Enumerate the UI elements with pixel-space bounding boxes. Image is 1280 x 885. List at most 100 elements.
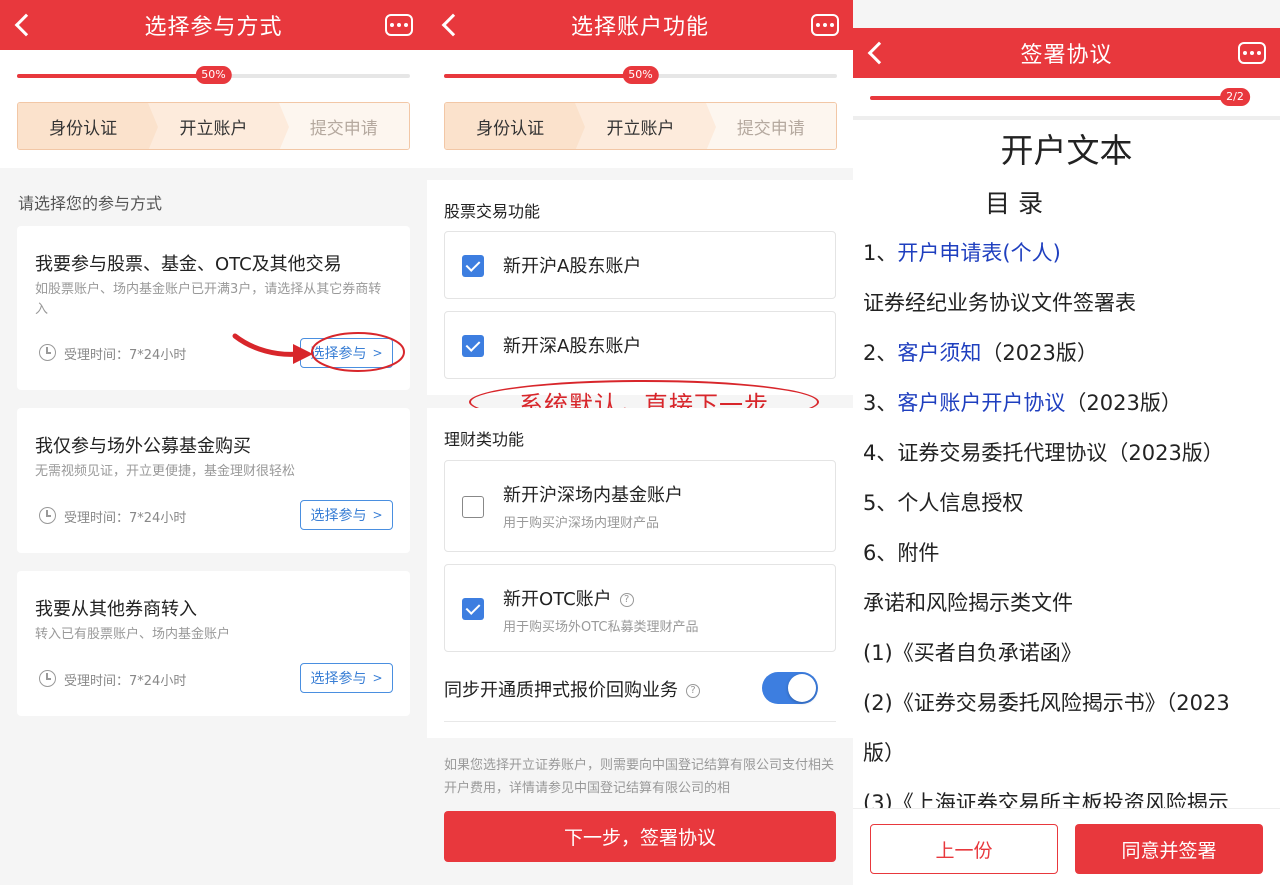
status-spacer <box>853 0 1280 28</box>
annotation-arrow-icon <box>232 332 405 372</box>
toc-item: 证券经纪业务协议文件签署表 <box>863 291 1136 315</box>
toc-item: 5、个人信息授权 <box>863 491 1024 515</box>
divider <box>444 721 836 722</box>
page-title: 签署协议 <box>1020 43 1113 68</box>
option-otc[interactable]: 新开OTC账户? 用于购买场外OTC私募类理财产品 <box>444 564 836 652</box>
more-menu-icon[interactable] <box>385 14 413 36</box>
more-menu-icon[interactable] <box>1238 42 1266 64</box>
toc-item: 6、附件 <box>863 541 940 565</box>
card-title: 我要参与股票、基金、OTC及其他交易 <box>35 254 342 275</box>
page-title: 选择参与方式 <box>144 15 283 40</box>
progress-section: 50% 身份认证 开立账户 提交申请 <box>427 50 853 168</box>
navbar: 选择参与方式 <box>0 0 427 50</box>
option-card-fund[interactable]: 我仅参与场外公募基金购买 无需视频见证，开立更便捷，基金理财很轻松 受理时间：7… <box>17 408 410 553</box>
option-card-stock[interactable]: 我要参与股票、基金、OTC及其他交易 如股票账户、场内基金账户已开满3户，请选择… <box>17 226 410 390</box>
toc-item: 2、客户须知（2023版） <box>863 341 1098 365</box>
previous-doc-button[interactable]: 上一份 <box>870 824 1058 874</box>
checkbox-checked-icon[interactable] <box>462 335 484 357</box>
agree-sign-button[interactable]: 同意并签署 <box>1075 824 1263 874</box>
group-label-finance: 理财类功能 <box>444 430 525 449</box>
choose-join-button[interactable]: 选择参与 > <box>300 663 393 693</box>
progress-fill <box>870 96 1245 100</box>
option-card-transfer[interactable]: 我要从其他券商转入 转入已有股票账户、场内基金账户 受理时间：7*24小时 选择… <box>17 571 410 716</box>
toc-item: 版） <box>863 741 905 765</box>
option-label: 新开深A股东账户 <box>503 336 642 357</box>
card-desc: 如股票账户、场内基金账户已开满3户，请选择从其它券商转入 <box>35 282 382 317</box>
service-time: 受理时间：7*24小时 <box>64 674 187 689</box>
step-open-account: 开立账户 <box>148 103 289 149</box>
divider <box>853 116 1280 120</box>
next-step-button[interactable]: 下一步，签署协议 <box>444 811 836 862</box>
service-time: 受理时间：7*24小时 <box>64 348 187 363</box>
option-sz-a[interactable]: 新开深A股东账户 <box>444 311 836 379</box>
page-title: 选择账户功能 <box>570 15 709 40</box>
help-icon[interactable]: ? <box>686 684 700 698</box>
step-submit: 提交申请 <box>278 103 409 149</box>
clock-icon <box>39 670 56 687</box>
more-menu-icon[interactable] <box>811 14 839 36</box>
checkbox-unchecked-icon[interactable] <box>462 496 484 518</box>
panel-choose-participation: 选择参与方式 50% 身份认证 开立账户 提交申请 请选择您的参与方式 我要参与… <box>0 0 427 885</box>
doc-link[interactable]: 开户申请表(个人) <box>897 241 1060 265</box>
option-sub: 用于购买沪深场内理财产品 <box>503 516 660 531</box>
stock-section: 股票交易功能 新开沪A股东账户 新开深A股东账户 <box>427 180 853 395</box>
navbar: 选择账户功能 <box>427 0 853 50</box>
option-sub: 用于购买场外OTC私募类理财产品 <box>503 620 699 635</box>
card-title: 我要从其他券商转入 <box>35 599 197 620</box>
toggle-label-row: 同步开通质押式报价回购业务? <box>444 676 700 702</box>
step-submit: 提交申请 <box>705 103 836 149</box>
group-label-stock: 股票交易功能 <box>444 202 541 221</box>
card-desc: 转入已有股票账户、场内基金账户 <box>35 627 231 642</box>
toc-item: 4、证券交易委托代理协议（2023版） <box>863 441 1224 465</box>
fee-notice: 如果您选择开立证券账户，则需要向中国登记结算有限公司支付相关开户费用，详情请参见… <box>444 758 835 796</box>
repo-toggle[interactable] <box>762 672 818 704</box>
section-prompt: 请选择您的参与方式 <box>18 194 163 213</box>
progress-bar: 50% <box>444 66 837 84</box>
checkbox-checked-icon[interactable] <box>462 598 484 620</box>
card-title: 我仅参与场外公募基金购买 <box>35 436 251 457</box>
checkbox-checked-icon[interactable] <box>462 255 484 277</box>
doc-link[interactable]: 客户账户开户协议 <box>897 391 1065 415</box>
toc-item: 承诺和风险揭示类文件 <box>863 591 1073 615</box>
step-identity: 身份认证 <box>445 103 586 149</box>
finance-section: 理财类功能 新开沪深场内基金账户 用于购买沪深场内理财产品 新开OTC账户? 用… <box>427 408 853 738</box>
option-sh-a[interactable]: 新开沪A股东账户 <box>444 231 836 299</box>
choose-join-button[interactable]: 选择参与 > <box>300 500 393 530</box>
progress-bar: 50% <box>17 66 410 84</box>
document-title: 开户文本 <box>1000 131 1133 170</box>
clock-icon <box>39 507 56 524</box>
chevron-right-icon: > <box>372 671 383 685</box>
step-identity: 身份认证 <box>18 103 159 149</box>
progress-badge: 50% <box>195 66 232 84</box>
back-arrow-icon[interactable] <box>441 13 465 37</box>
step-open-account: 开立账户 <box>575 103 716 149</box>
back-arrow-icon[interactable] <box>14 13 38 37</box>
progress-fill <box>17 74 214 78</box>
bottom-bar: 上一份 同意并签署 <box>853 808 1280 885</box>
toc-item: 3、客户账户开户协议（2023版） <box>863 391 1182 415</box>
chevron-right-icon: > <box>372 508 383 522</box>
progress-fill <box>444 74 641 78</box>
progress-badge: 2/2 <box>1220 88 1250 106</box>
option-label: 新开沪深场内基金账户 <box>503 485 683 506</box>
toc-item: (1)《买者自负承诺函》 <box>863 641 1082 665</box>
step-indicator: 身份认证 开立账户 提交申请 <box>17 102 410 150</box>
doc-link[interactable]: 客户须知 <box>897 341 981 365</box>
help-icon[interactable]: ? <box>619 593 634 607</box>
card-desc: 无需视频见证，开立更便捷，基金理财很轻松 <box>35 464 296 479</box>
option-label: 新开沪A股东账户 <box>503 256 642 277</box>
progress-badge: 50% <box>622 66 659 84</box>
back-arrow-icon[interactable] <box>867 41 891 65</box>
toc-item: 1、开户申请表(个人) <box>863 241 1061 265</box>
progress-bar: 2/2 <box>870 88 1250 106</box>
toc-title: 目 录 <box>985 189 1043 218</box>
service-time: 受理时间：7*24小时 <box>64 511 187 526</box>
option-label-row: 新开OTC账户? <box>503 585 634 611</box>
panel-sign-agreement: 签署协议 2/2 开户文本 目 录 1、开户申请表(个人) 证券经纪业务协议文件… <box>853 0 1280 885</box>
step-indicator: 身份认证 开立账户 提交申请 <box>444 102 837 150</box>
panel-account-functions: 选择账户功能 50% 身份认证 开立账户 提交申请 股票交易功能 新开沪A股东账… <box>427 0 853 885</box>
navbar: 签署协议 <box>853 28 1280 78</box>
progress-section: 50% 身份认证 开立账户 提交申请 <box>0 50 427 168</box>
toc-item: (2)《证券交易委托风险揭示书》（2023 <box>863 691 1230 715</box>
option-exchange-fund[interactable]: 新开沪深场内基金账户 用于购买沪深场内理财产品 <box>444 460 836 552</box>
